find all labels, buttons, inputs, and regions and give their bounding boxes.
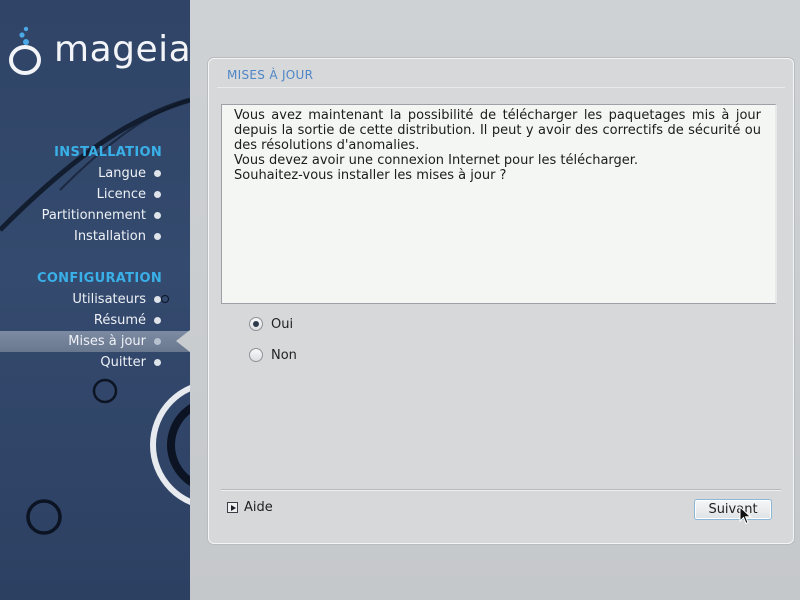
sidebar-item-label: Utilisateurs (72, 292, 146, 307)
message-line: Vous avez maintenant la possibilité de t… (234, 108, 761, 153)
sidebar-item-label: Licence (96, 187, 146, 202)
sidebar-item-label: Langue (98, 166, 146, 181)
sidebar: mageia INSTALLATION Langue Licence Parti… (0, 0, 190, 600)
status-dot (154, 317, 161, 324)
sidebar-item-langue[interactable]: Langue (0, 163, 190, 184)
sidebar-item-partitionnement[interactable]: Partitionnement (0, 205, 190, 226)
sidebar-item-resume[interactable]: Résumé (0, 310, 190, 331)
sidebar-item-quitter[interactable]: Quitter (0, 352, 190, 373)
triangle-right-icon (227, 502, 238, 513)
status-dot (154, 233, 161, 240)
sidebar-item-utilisateurs[interactable]: Utilisateurs (0, 289, 190, 310)
radio-label: Oui (271, 316, 294, 332)
status-dot (154, 212, 161, 219)
message-line: Souhaitez-vous installer les mises à jou… (234, 168, 507, 183)
brand-name: mageia (54, 29, 190, 70)
sidebar-item-label: Mises à jour (68, 334, 146, 349)
section-title-installation: INSTALLATION (54, 145, 162, 160)
sidebar-item-label: Partitionnement (41, 208, 146, 223)
radio-option-non[interactable]: Non (249, 345, 297, 365)
status-dot (154, 191, 161, 198)
mageia-cauldron-icon (9, 26, 41, 75)
section-title-configuration: CONFIGURATION (36, 271, 162, 286)
ring-icon (161, 295, 169, 303)
status-dot (154, 338, 161, 345)
divider (221, 489, 781, 490)
status-dot (154, 296, 161, 303)
updates-panel: MISES À JOUR Vous avez maintenant la pos… (208, 58, 794, 544)
message-line: Vous devez avoir une connexion Internet … (234, 153, 639, 168)
sidebar-item-mises-a-jour[interactable]: Mises à jour (0, 331, 190, 352)
radio-button[interactable] (249, 317, 263, 331)
sidebar-item-label: Installation (73, 229, 146, 244)
message-box[interactable]: Vous avez maintenant la possibilité de t… (221, 104, 777, 304)
radio-option-oui[interactable]: Oui (249, 314, 293, 334)
radio-button[interactable] (249, 348, 263, 362)
sidebar-item-label: Résumé (93, 313, 146, 328)
help-label: Aide (244, 500, 273, 515)
mageia-logo: mageia (8, 26, 190, 86)
status-dot (154, 359, 161, 366)
sidebar-item-licence[interactable]: Licence (0, 184, 190, 205)
sidebar-item-installation[interactable]: Installation (0, 226, 190, 247)
mouse-pointer-icon (739, 506, 752, 525)
sidebar-item-label: Quitter (100, 355, 146, 370)
help-toggle[interactable]: Aide (227, 500, 273, 515)
panel-title: MISES À JOUR (227, 68, 314, 82)
next-button[interactable]: Suivant (694, 499, 772, 520)
active-indicator-arrow (176, 330, 190, 352)
status-dot (154, 170, 161, 177)
divider (217, 87, 785, 88)
radio-label: Non (271, 347, 297, 363)
